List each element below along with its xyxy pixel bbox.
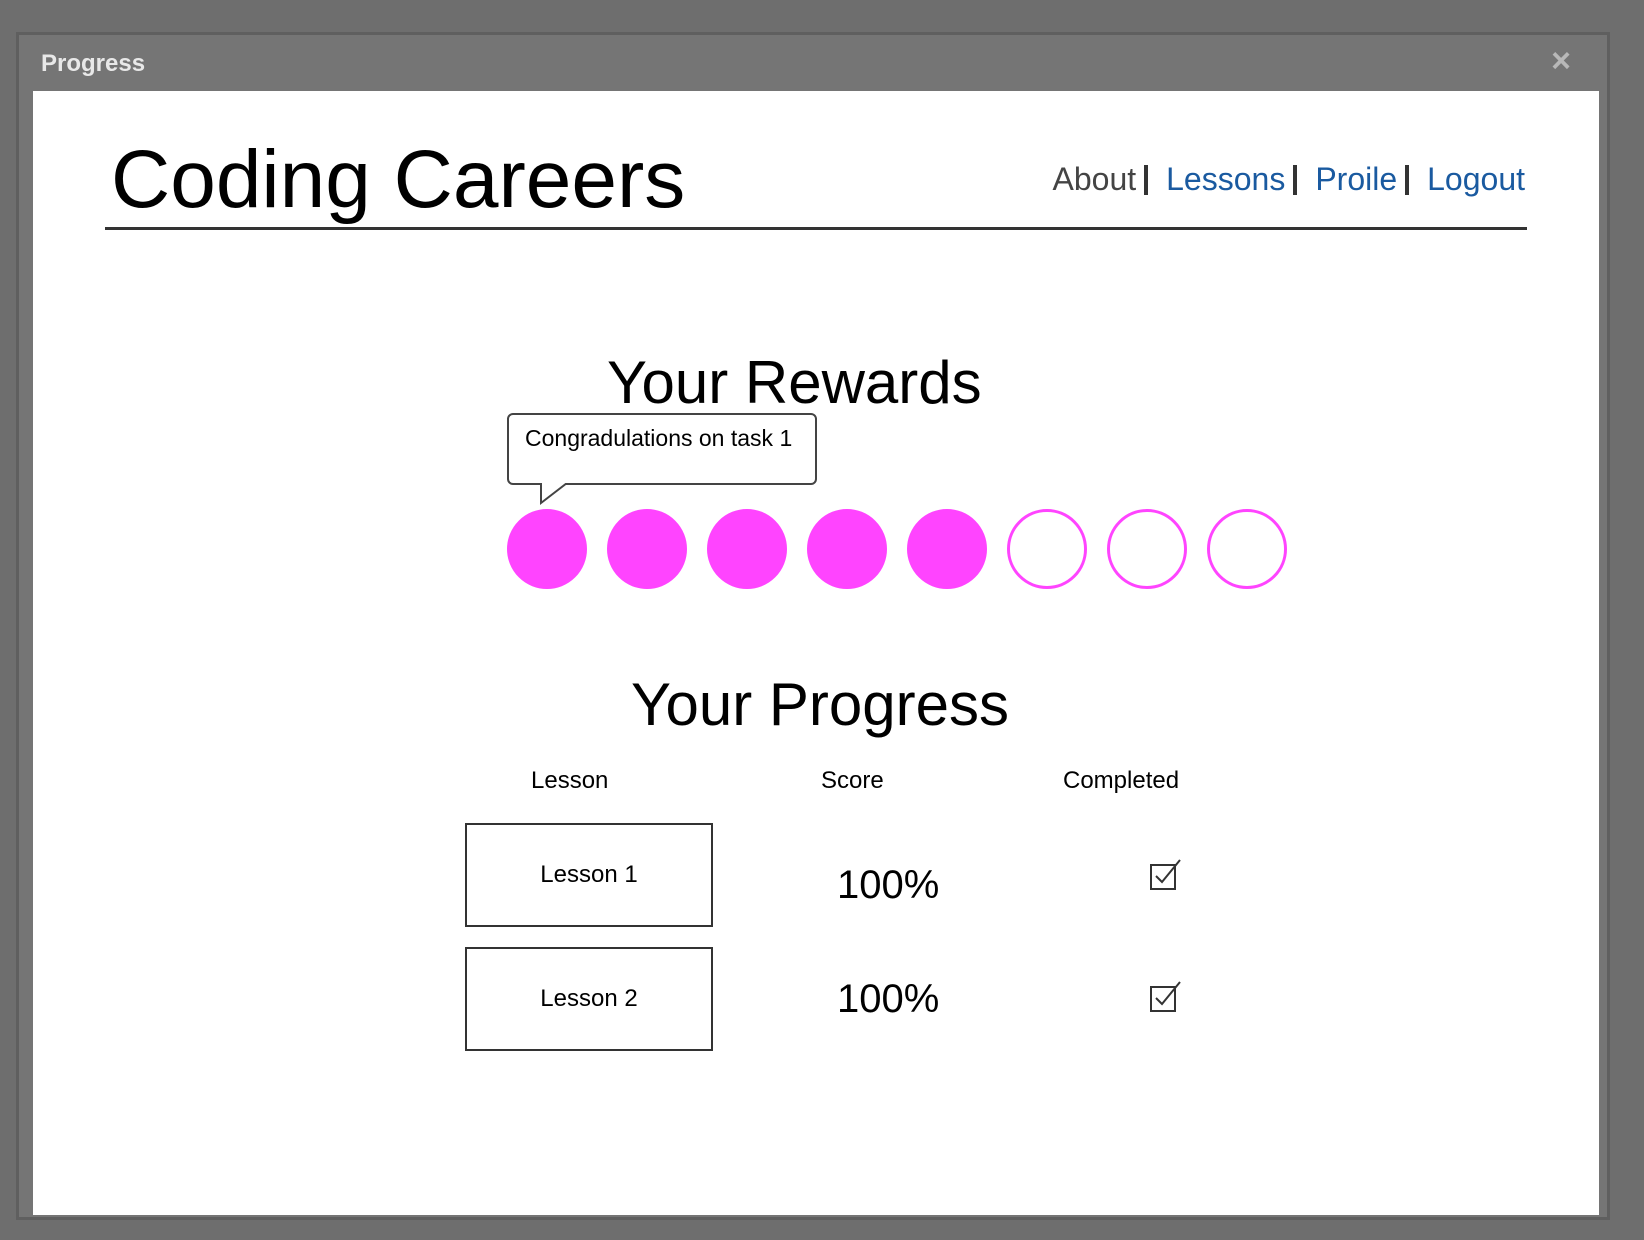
reward-badge-earned — [507, 509, 587, 589]
reward-badge-earned — [707, 509, 787, 589]
nav-divider — [1405, 164, 1410, 195]
reward-badge-locked — [1207, 509, 1287, 589]
top-nav: About Lessons Proile Logout — [1053, 161, 1526, 198]
nav-divider — [1293, 164, 1298, 195]
nav-about-link[interactable]: About — [1053, 161, 1137, 198]
rewards-track — [507, 509, 1307, 589]
nav-divider — [1144, 164, 1149, 195]
dialog-content: Coding Careers About Lessons Proile Logo… — [33, 91, 1599, 1215]
completed-checkbox-icon[interactable] — [1149, 979, 1183, 1013]
nav-profile-link[interactable]: Proile — [1315, 161, 1397, 198]
lesson-2-score: 100% — [837, 977, 940, 1021]
reward-tooltip: Congradulations on task 1 — [507, 413, 817, 506]
header-divider — [105, 227, 1527, 230]
dialog-title: Progress — [41, 50, 146, 77]
reward-badge-earned — [907, 509, 987, 589]
progress-dialog: Progress × Coding Careers About Lessons … — [16, 32, 1610, 1220]
lesson-1-button[interactable]: Lesson 1 — [465, 823, 713, 927]
reward-badge-locked — [1007, 509, 1087, 589]
column-header-completed: Completed — [1063, 767, 1180, 794]
column-header-score: Score — [821, 767, 884, 794]
progress-title: Your Progress — [631, 671, 1009, 738]
nav-lessons-link[interactable]: Lessons — [1166, 161, 1285, 198]
column-header-lesson: Lesson — [531, 767, 609, 794]
reward-badge-earned — [607, 509, 687, 589]
rewards-title: Your Rewards — [607, 349, 982, 416]
reward-badge-earned — [807, 509, 887, 589]
reward-tooltip-text: Congradulations on task 1 — [525, 425, 793, 451]
completed-checkbox-icon[interactable] — [1149, 857, 1183, 891]
tooltip-tail-icon — [540, 483, 568, 506]
close-icon[interactable]: × — [1543, 43, 1579, 79]
site-brand: Coding Careers — [111, 134, 686, 225]
lesson-1-score: 100% — [837, 863, 940, 907]
nav-logout-link[interactable]: Logout — [1427, 161, 1525, 198]
reward-badge-locked — [1107, 509, 1187, 589]
lesson-2-button[interactable]: Lesson 2 — [465, 947, 713, 1051]
